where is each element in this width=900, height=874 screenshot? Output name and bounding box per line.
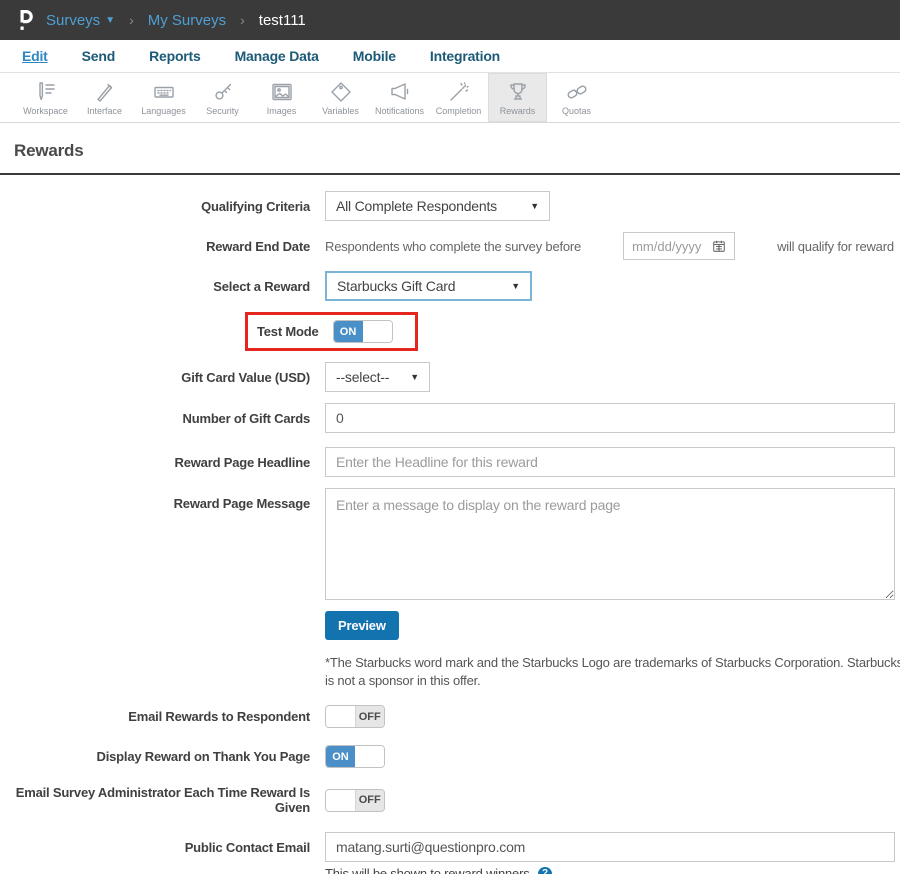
number-gift-cards-input[interactable] <box>325 403 895 433</box>
public-email-row: Public Contact Email This will be shown … <box>0 832 900 874</box>
calendar-icon <box>713 240 725 252</box>
chevron-down-icon: ▼ <box>105 14 116 26</box>
toolbar-item-workspace[interactable]: Workspace <box>16 73 75 122</box>
reward-end-date-posttext: will qualify for reward <box>777 238 894 254</box>
reward-end-date-pretext: Respondents who complete the survey befo… <box>325 238 582 254</box>
email-rewards-toggle[interactable]: OFF <box>325 705 385 729</box>
gift-card-value-select[interactable]: --select-- ▼ <box>325 362 430 392</box>
megaphone-icon <box>390 82 408 100</box>
reward-headline-row: Reward Page Headline <box>0 447 900 477</box>
email-admin-label: Email Survey Administrator Each Time Rew… <box>15 785 310 816</box>
tab-manage-data[interactable]: Manage Data <box>235 48 319 64</box>
picture-icon <box>271 83 292 100</box>
breadcrumb-surveys[interactable]: Surveys ▼ <box>46 12 115 29</box>
chevron-down-icon: ▼ <box>511 281 520 291</box>
test-mode-annotation-box: Test Mode ON <box>245 312 418 351</box>
email-admin-row: Email Survey Administrator Each Time Rew… <box>0 785 900 815</box>
tab-integration[interactable]: Integration <box>430 48 500 64</box>
chevron-down-icon: ▼ <box>410 372 419 382</box>
toolbar-item-rewards[interactable]: Rewards <box>488 73 547 122</box>
email-rewards-row: Email Rewards to Respondent OFF <box>0 705 900 729</box>
public-email-helper: This will be shown to reward winners. ? <box>325 866 900 874</box>
select-reward-select[interactable]: Starbucks Gift Card ▼ <box>325 271 532 301</box>
gift-card-value-row: Gift Card Value (USD) --select-- ▼ <box>0 362 900 392</box>
select-reward-row: Select a Reward Starbucks Gift Card ▼ <box>0 271 900 301</box>
breadcrumb-current-survey: test111 <box>258 11 306 29</box>
keyboard-icon <box>153 86 174 98</box>
toolbar-item-images[interactable]: Images <box>252 73 311 122</box>
select-reward-label: Select a Reward <box>213 278 310 294</box>
breadcrumb-separator: › <box>240 12 245 28</box>
reward-message-row: Reward Page Message <box>0 488 900 600</box>
qualifying-criteria-label: Qualifying Criteria <box>201 198 310 214</box>
tag-icon <box>330 81 351 102</box>
gift-card-value-label: Gift Card Value (USD) <box>181 369 310 385</box>
display-reward-label: Display Reward on Thank You Page <box>96 749 311 765</box>
help-icon[interactable]: ? <box>537 866 552 874</box>
toolbar-item-languages[interactable]: Languages <box>134 73 193 122</box>
rewards-form: Qualifying Criteria All Complete Respond… <box>0 175 900 874</box>
toolbar-item-security[interactable]: Security <box>193 73 252 122</box>
public-email-input[interactable] <box>325 832 895 863</box>
number-gift-cards-row: Number of Gift Cards <box>0 403 900 433</box>
toolbar-item-notifications[interactable]: Notifications <box>370 73 429 122</box>
starbucks-trademark-text: *The Starbucks word mark and the Starbuc… <box>325 655 900 688</box>
chevron-down-icon: ▼ <box>530 201 539 211</box>
tab-reports[interactable]: Reports <box>149 48 201 64</box>
tab-edit[interactable]: Edit <box>22 48 48 64</box>
questionpro-logo-icon[interactable] <box>14 8 36 32</box>
qualifying-criteria-row: Qualifying Criteria All Complete Respond… <box>0 191 900 221</box>
settings-toolbar: Workspace Interface Languages Security I… <box>0 73 900 123</box>
public-email-label: Public Contact Email <box>184 840 311 856</box>
reward-end-date-input[interactable]: mm/dd/yyyy <box>623 232 736 260</box>
qualifying-criteria-select[interactable]: All Complete Respondents ▼ <box>325 191 550 221</box>
workspace-pencil-icon <box>38 81 55 100</box>
reward-headline-label: Reward Page Headline <box>174 454 311 470</box>
reward-message-textarea[interactable] <box>325 488 895 600</box>
main-nav: Edit Send Reports Manage Data Mobile Int… <box>0 40 900 73</box>
reward-end-date-row: Reward End Date Respondents who complete… <box>0 232 900 260</box>
reward-message-label: Reward Page Message <box>173 496 311 511</box>
toolbar-item-completion[interactable]: Completion <box>429 73 488 122</box>
magic-wand-icon <box>449 81 469 101</box>
toggle-knob <box>362 321 392 342</box>
toggle-knob <box>355 746 384 768</box>
test-mode-label: Test Mode <box>257 324 319 339</box>
number-gift-cards-label: Number of Gift Cards <box>182 410 311 426</box>
tab-mobile[interactable]: Mobile <box>353 48 396 64</box>
reward-headline-input[interactable] <box>325 447 895 477</box>
preview-button[interactable]: Preview <box>325 611 399 640</box>
trophy-icon <box>509 82 526 100</box>
display-reward-row: Display Reward on Thank You Page ON <box>0 745 900 769</box>
toolbar-item-variables[interactable]: Variables <box>311 73 370 122</box>
tab-send[interactable]: Send <box>82 48 116 64</box>
toolbar-item-quotas[interactable]: Quotas <box>547 73 606 122</box>
interface-pen-icon <box>96 83 112 102</box>
preview-row: Preview <box>325 611 900 640</box>
breadcrumb-separator: › <box>129 12 134 28</box>
email-rewards-label: Email Rewards to Respondent <box>128 709 310 725</box>
display-reward-toggle[interactable]: ON <box>325 745 385 769</box>
email-admin-toggle[interactable]: OFF <box>325 788 385 812</box>
chain-links-icon <box>567 85 586 98</box>
reward-end-date-label: Reward End Date <box>206 238 310 254</box>
toggle-knob <box>326 706 356 728</box>
breadcrumb-my-surveys[interactable]: My Surveys <box>148 12 226 29</box>
toggle-knob <box>326 789 356 811</box>
test-mode-toggle[interactable]: ON <box>332 320 393 343</box>
toolbar-item-interface[interactable]: Interface <box>75 73 134 122</box>
key-icon <box>214 83 231 100</box>
page-title: Rewards <box>14 141 84 160</box>
top-header: Surveys ▼ › My Surveys › test111 <box>0 0 900 40</box>
